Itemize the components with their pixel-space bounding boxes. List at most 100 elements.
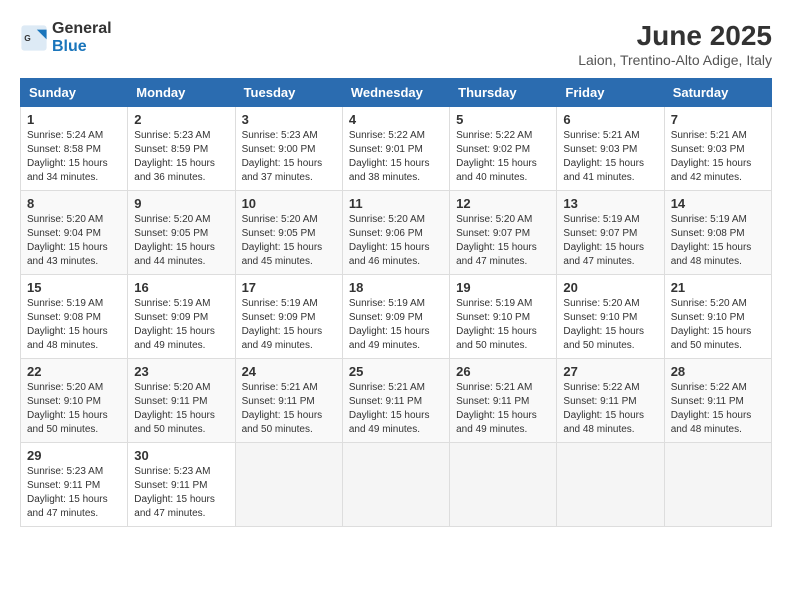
table-row: 26Sunrise: 5:21 AMSunset: 9:11 PMDayligh… [450,359,557,443]
table-row: 14 Sunrise: 5:19 AMSunset: 9:08 PMDayligh… [664,191,771,275]
table-row: 16 Sunrise: 5:19 AMSunset: 9:09 PMDayligh… [128,275,235,359]
day-number: 30 [134,448,228,463]
col-sunday: Sunday [21,79,128,107]
page-header: G General Blue June 2025 Laion, Trentino… [20,20,772,68]
day-info: Sunrise: 5:21 AMSunset: 9:03 PMDaylight:… [563,129,657,185]
day-number: 29 [27,448,121,463]
day-number: 3 [242,112,336,127]
table-row: 19 Sunrise: 5:19 AMSunset: 9:10 PMDayligh… [450,275,557,359]
calendar-week-row: 29 Sunrise: 5:23 AMSunset: 9:11 PMDayligh… [21,443,772,527]
day-info: Sunrise: 5:20 AMSunset: 9:05 PMDaylight:… [134,213,228,269]
table-row: 10Sunrise: 5:20 AMSunset: 9:05 PMDayligh… [235,191,342,275]
calendar-table: Sunday Monday Tuesday Wednesday Thursday… [20,78,772,527]
table-row: 18Sunrise: 5:19 AMSunset: 9:09 PMDayligh… [342,275,449,359]
day-number: 28 [671,364,765,379]
day-number: 1 [27,112,121,127]
day-number: 14 [671,196,765,211]
table-row: 4Sunrise: 5:22 AMSunset: 9:01 PMDaylight… [342,107,449,191]
day-info: Sunrise: 5:21 AMSunset: 9:11 PMDaylight:… [349,381,443,437]
day-number: 22 [27,364,121,379]
table-row: 28 Sunrise: 5:22 AMSunset: 9:11 PMDayligh… [664,359,771,443]
calendar-week-row: 1 Sunrise: 5:24 AMSunset: 8:58 PMDaylight… [21,107,772,191]
day-info: Sunrise: 5:20 AMSunset: 9:11 PMDaylight:… [134,381,228,437]
day-info: Sunrise: 5:23 AMSunset: 9:11 PMDaylight:… [134,465,228,521]
table-row [664,443,771,527]
table-row: 20Sunrise: 5:20 AMSunset: 9:10 PMDayligh… [557,275,664,359]
table-row: 23 Sunrise: 5:20 AMSunset: 9:11 PMDayligh… [128,359,235,443]
day-number: 6 [563,112,657,127]
table-row: 1 Sunrise: 5:24 AMSunset: 8:58 PMDaylight… [21,107,128,191]
day-number: 27 [563,364,657,379]
day-info: Sunrise: 5:21 AMSunset: 9:03 PMDaylight:… [671,129,765,185]
day-info: Sunrise: 5:20 AMSunset: 9:10 PMDaylight:… [563,297,657,353]
logo-blue: Blue [52,38,87,55]
table-row: 5 Sunrise: 5:22 AMSunset: 9:02 PMDaylight… [450,107,557,191]
col-wednesday: Wednesday [342,79,449,107]
day-info: Sunrise: 5:19 AMSunset: 9:09 PMDaylight:… [134,297,228,353]
table-row: 15 Sunrise: 5:19 AMSunset: 9:08 PMDayligh… [21,275,128,359]
day-number: 5 [456,112,550,127]
day-number: 19 [456,280,550,295]
day-info: Sunrise: 5:21 AMSunset: 9:11 PMDaylight:… [242,381,336,437]
calendar-week-row: 8 Sunrise: 5:20 AMSunset: 9:04 PMDaylight… [21,191,772,275]
day-info: Sunrise: 5:22 AMSunset: 9:02 PMDaylight:… [456,129,550,185]
day-info: Sunrise: 5:20 AMSunset: 9:10 PMDaylight:… [27,381,121,437]
table-row: 27 Sunrise: 5:22 AMSunset: 9:11 PMDayligh… [557,359,664,443]
day-info: Sunrise: 5:22 AMSunset: 9:01 PMDaylight:… [349,129,443,185]
day-number: 13 [563,196,657,211]
day-number: 16 [134,280,228,295]
day-number: 17 [242,280,336,295]
day-number: 11 [349,196,443,211]
col-tuesday: Tuesday [235,79,342,107]
day-number: 7 [671,112,765,127]
day-number: 15 [27,280,121,295]
table-row: 7 Sunrise: 5:21 AMSunset: 9:03 PMDaylight… [664,107,771,191]
col-saturday: Saturday [664,79,771,107]
table-row: 17Sunrise: 5:19 AMSunset: 9:09 PMDayligh… [235,275,342,359]
day-number: 9 [134,196,228,211]
logo-icon: G [20,24,48,52]
table-row: 3 Sunrise: 5:23 AMSunset: 9:00 PMDaylight… [235,107,342,191]
table-row: 22 Sunrise: 5:20 AMSunset: 9:10 PMDayligh… [21,359,128,443]
table-row: 2Sunrise: 5:23 AMSunset: 8:59 PMDaylight… [128,107,235,191]
logo: G General Blue [20,20,112,56]
day-number: 21 [671,280,765,295]
table-row: 24 Sunrise: 5:21 AMSunset: 9:11 PMDayligh… [235,359,342,443]
table-row [557,443,664,527]
day-number: 23 [134,364,228,379]
table-row: 9 Sunrise: 5:20 AMSunset: 9:05 PMDaylight… [128,191,235,275]
day-number: 8 [27,196,121,211]
day-number: 25 [349,364,443,379]
table-row: 29 Sunrise: 5:23 AMSunset: 9:11 PMDayligh… [21,443,128,527]
day-info: Sunrise: 5:19 AMSunset: 9:08 PMDaylight:… [27,297,121,353]
table-row: 25 Sunrise: 5:21 AMSunset: 9:11 PMDayligh… [342,359,449,443]
col-thursday: Thursday [450,79,557,107]
table-row: 21Sunrise: 5:20 AMSunset: 9:10 PMDayligh… [664,275,771,359]
day-info: Sunrise: 5:19 AMSunset: 9:10 PMDaylight:… [456,297,550,353]
table-row: 13 Sunrise: 5:19 AMSunset: 9:07 PMDayligh… [557,191,664,275]
day-number: 2 [134,112,228,127]
col-friday: Friday [557,79,664,107]
day-info: Sunrise: 5:19 AMSunset: 9:07 PMDaylight:… [563,213,657,269]
day-info: Sunrise: 5:19 AMSunset: 9:08 PMDaylight:… [671,213,765,269]
day-info: Sunrise: 5:22 AMSunset: 9:11 PMDaylight:… [671,381,765,437]
day-info: Sunrise: 5:22 AMSunset: 9:11 PMDaylight:… [563,381,657,437]
day-info: Sunrise: 5:20 AMSunset: 9:04 PMDaylight:… [27,213,121,269]
day-info: Sunrise: 5:23 AMSunset: 9:00 PMDaylight:… [242,129,336,185]
day-info: Sunrise: 5:19 AMSunset: 9:09 PMDaylight:… [349,297,443,353]
day-number: 10 [242,196,336,211]
svg-text:G: G [24,33,31,43]
table-row [235,443,342,527]
day-info: Sunrise: 5:23 AMSunset: 9:11 PMDaylight:… [27,465,121,521]
table-row [342,443,449,527]
calendar-subtitle: Laion, Trentino-Alto Adige, Italy [578,52,772,68]
day-info: Sunrise: 5:24 AMSunset: 8:58 PMDaylight:… [27,129,121,185]
table-row: 8 Sunrise: 5:20 AMSunset: 9:04 PMDaylight… [21,191,128,275]
day-number: 12 [456,196,550,211]
day-number: 26 [456,364,550,379]
day-number: 24 [242,364,336,379]
day-info: Sunrise: 5:20 AMSunset: 9:07 PMDaylight:… [456,213,550,269]
logo-general: General [52,20,112,37]
title-area: June 2025 Laion, Trentino-Alto Adige, It… [578,20,772,68]
table-row [450,443,557,527]
